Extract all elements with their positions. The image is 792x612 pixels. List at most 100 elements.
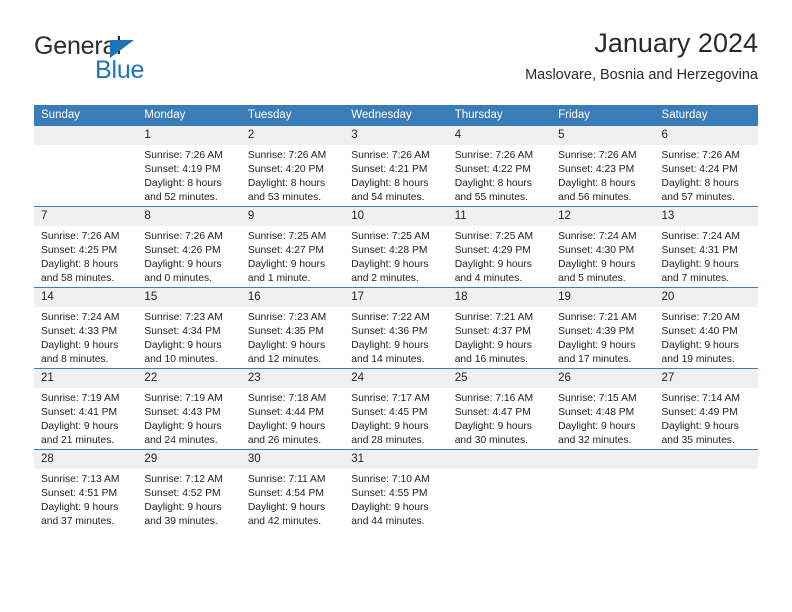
day-sun-info: Sunrise: 7:26 AM Sunset: 4:26 PM Daylight:… [137,226,240,286]
day-number: 9 [240,207,345,226]
calendar-day-cell[interactable]: 20 Sunrise: 7:20 AM Sunset: 4:40 PM Dayligh… [654,287,758,369]
calendar-day-cell[interactable]: 30 Sunrise: 7:11 AM Sunset: 4:54 PM Dayligh… [240,449,345,530]
day-sun-info: Sunrise: 7:25 AM Sunset: 4:27 PM Daylight:… [241,226,344,286]
daylight-text-line1: Daylight: 9 hours [351,421,429,433]
calendar-day-cell[interactable]: 18 Sunrise: 7:21 AM Sunset: 4:37 PM Dayligh… [447,287,552,369]
calendar-day-cell[interactable]: 28 Sunrise: 7:13 AM Sunset: 4:51 PM Dayligh… [34,449,138,530]
daylight-text-line1: Daylight: 9 hours [454,259,532,271]
sunrise-text: Sunrise: 7:26 AM [144,231,223,242]
sunset-text: Sunset: 4:49 PM [661,407,738,419]
calendar-day-cell[interactable]: 13 Sunrise: 7:24 AM Sunset: 4:31 PM Dayligh… [654,206,758,288]
daylight-text-line1: Daylight: 9 hours [247,421,326,433]
daylight-text-line2: and 55 minutes. [454,192,528,204]
day-sun-info: Sunrise: 7:22 AM Sunset: 4:36 PM Daylight:… [344,307,447,367]
daylight-text-line2: and 2 minutes. [351,273,419,285]
calendar-day-cell[interactable]: 6 Sunrise: 7:26 AM Sunset: 4:24 PM Daylight… [654,126,758,207]
daylight-text-line2: and 30 minutes. [454,435,528,447]
calendar-day-cell[interactable]: 17 Sunrise: 7:22 AM Sunset: 4:36 PM Dayligh… [344,287,448,369]
calendar-day-cell[interactable]: 14 Sunrise: 7:24 AM Sunset: 4:33 PM Dayligh… [34,287,138,369]
day-number: 17 [344,288,448,307]
calendar-day-cell[interactable]: 24 Sunrise: 7:17 AM Sunset: 4:45 PM Dayligh… [344,368,448,450]
sunset-text: Sunset: 4:27 PM [247,245,324,257]
daylight-text-line1: Daylight: 9 hours [558,421,636,433]
day-sun-info: Sunrise: 7:16 AM Sunset: 4:47 PM Daylight:… [448,388,551,448]
daylight-text-line1: Daylight: 8 hours [661,178,739,190]
sunrise-text: Sunrise: 7:25 AM [454,231,534,242]
day-number: 13 [654,207,758,226]
daylight-text-line2: and 44 minutes. [351,516,425,528]
sunset-text: Sunset: 4:21 PM [351,164,428,176]
calendar-week-row: 7 Sunrise: 7:26 AM Sunset: 4:25 PM Daylight… [34,206,758,288]
calendar-day-cell[interactable]: 3 Sunrise: 7:26 AM Sunset: 4:21 PM Daylight… [344,126,448,207]
calendar-day-cell[interactable]: 26 Sunrise: 7:15 AM Sunset: 4:48 PM Dayligh… [551,368,655,450]
weekday-header-thursday: Thursday [447,105,552,126]
calendar-day-cell[interactable]: 25 Sunrise: 7:16 AM Sunset: 4:47 PM Dayligh… [447,368,552,450]
calendar-day-cell[interactable]: 23 Sunrise: 7:18 AM Sunset: 4:44 PM Dayligh… [240,368,345,450]
calendar-day-cell[interactable]: 27 Sunrise: 7:14 AM Sunset: 4:49 PM Dayligh… [654,368,758,450]
calendar-day-cell[interactable]: 22 Sunrise: 7:19 AM Sunset: 4:43 PM Dayligh… [137,368,241,450]
day-number: 6 [654,126,758,145]
calendar-day-cell[interactable]: 4 Sunrise: 7:26 AM Sunset: 4:22 PM Daylight… [447,126,552,207]
calendar-day-cell[interactable]: 31 Sunrise: 7:10 AM Sunset: 4:55 PM Dayligh… [344,449,448,530]
day-sun-info: Sunrise: 7:18 AM Sunset: 4:44 PM Daylight:… [241,388,344,448]
day-sun-info: Sunrise: 7:26 AM Sunset: 4:20 PM Daylight:… [241,145,344,205]
daylight-text-line1: Daylight: 9 hours [41,502,119,514]
sunset-text: Sunset: 4:36 PM [351,326,428,338]
day-sun-info: Sunrise: 7:21 AM Sunset: 4:39 PM Daylight:… [551,307,654,367]
daylight-text-line2: and 56 minutes. [558,192,632,204]
calendar-week-row: 28 Sunrise: 7:13 AM Sunset: 4:51 PM Dayligh… [34,449,758,530]
calendar-day-cell[interactable]: 19 Sunrise: 7:21 AM Sunset: 4:39 PM Dayligh… [551,287,655,369]
day-sun-info: Sunrise: 7:26 AM Sunset: 4:25 PM Daylight:… [34,226,137,286]
calendar-day-cell[interactable]: 15 Sunrise: 7:23 AM Sunset: 4:34 PM Dayligh… [137,287,241,369]
day-number: 2 [240,126,345,145]
calendar-day-cell[interactable]: 9 Sunrise: 7:25 AM Sunset: 4:27 PM Daylight… [240,206,345,288]
day-sun-info: Sunrise: 7:14 AM Sunset: 4:49 PM Daylight:… [655,388,758,448]
daylight-text-line2: and 28 minutes. [351,435,425,447]
calendar-day-cell[interactable]: 21 Sunrise: 7:19 AM Sunset: 4:41 PM Dayligh… [34,368,138,450]
daylight-text-line2: and 19 minutes. [661,354,735,366]
sunrise-text: Sunrise: 7:21 AM [454,312,534,323]
calendar-day-cell[interactable]: 10 Sunrise: 7:25 AM Sunset: 4:28 PM Dayligh… [344,206,448,288]
daylight-text-line2: and 12 minutes. [247,354,322,366]
daylight-text-line2: and 5 minutes. [558,273,626,285]
calendar-day-cell[interactable]: 5 Sunrise: 7:26 AM Sunset: 4:23 PM Daylight… [551,126,655,207]
daylight-text-line1: Daylight: 9 hours [661,340,739,352]
day-number: 24 [344,369,448,388]
sunset-text: Sunset: 4:52 PM [144,488,221,500]
day-sun-info: Sunrise: 7:21 AM Sunset: 4:37 PM Daylight:… [448,307,551,367]
page-subtitle: Maslovare, Bosnia and Herzegovina [525,67,758,83]
day-sun-info: Sunrise: 7:24 AM Sunset: 4:31 PM Daylight:… [655,226,758,286]
calendar-day-cell[interactable]: 12 Sunrise: 7:24 AM Sunset: 4:30 PM Dayligh… [551,206,655,288]
sunset-text: Sunset: 4:34 PM [144,326,221,338]
day-sun-info: Sunrise: 7:17 AM Sunset: 4:45 PM Daylight:… [344,388,447,448]
sunset-text: Sunset: 4:28 PM [351,245,428,257]
daylight-text-line1: Daylight: 9 hours [247,259,326,271]
sunrise-text: Sunrise: 7:14 AM [661,393,740,404]
calendar-day-cell[interactable]: 16 Sunrise: 7:23 AM Sunset: 4:35 PM Dayligh… [240,287,345,369]
day-number: 18 [447,288,552,307]
sunrise-text: Sunrise: 7:26 AM [454,150,534,161]
page-header: General Blue January 2024 Maslovare, Bos… [34,26,758,98]
day-number: 4 [447,126,552,145]
calendar-day-cell[interactable]: 7 Sunrise: 7:26 AM Sunset: 4:25 PM Daylight… [34,206,138,288]
calendar-day-cell[interactable]: 29 Sunrise: 7:12 AM Sunset: 4:52 PM Dayligh… [137,449,241,530]
day-number: 10 [344,207,448,226]
sunrise-text: Sunrise: 7:24 AM [41,312,120,323]
day-number: 23 [240,369,345,388]
sunset-text: Sunset: 4:20 PM [247,164,324,176]
calendar-day-cell[interactable]: 8 Sunrise: 7:26 AM Sunset: 4:26 PM Daylight… [137,206,241,288]
calendar-day-cell[interactable]: 11 Sunrise: 7:25 AM Sunset: 4:29 PM Dayligh… [447,206,552,288]
daylight-text-line2: and 8 minutes. [41,354,109,366]
calendar-body: 1 Sunrise: 7:26 AM Sunset: 4:19 PM Daylight… [34,126,758,530]
day-number: 11 [447,207,552,226]
sunset-text: Sunset: 4:31 PM [661,245,738,257]
calendar-day-cell[interactable]: 2 Sunrise: 7:26 AM Sunset: 4:20 PM Daylight… [240,126,345,207]
weekday-header-row: Sunday Monday Tuesday Wednesday Thursday… [34,105,758,126]
sunrise-text: Sunrise: 7:11 AM [247,474,326,485]
calendar-day-cell-empty [551,449,655,530]
sunset-text: Sunset: 4:33 PM [41,326,118,338]
day-number: 12 [551,207,655,226]
page-title: January 2024 [594,28,758,58]
day-number: 14 [34,288,138,307]
calendar-day-cell[interactable]: 1 Sunrise: 7:26 AM Sunset: 4:19 PM Daylight… [137,126,241,207]
